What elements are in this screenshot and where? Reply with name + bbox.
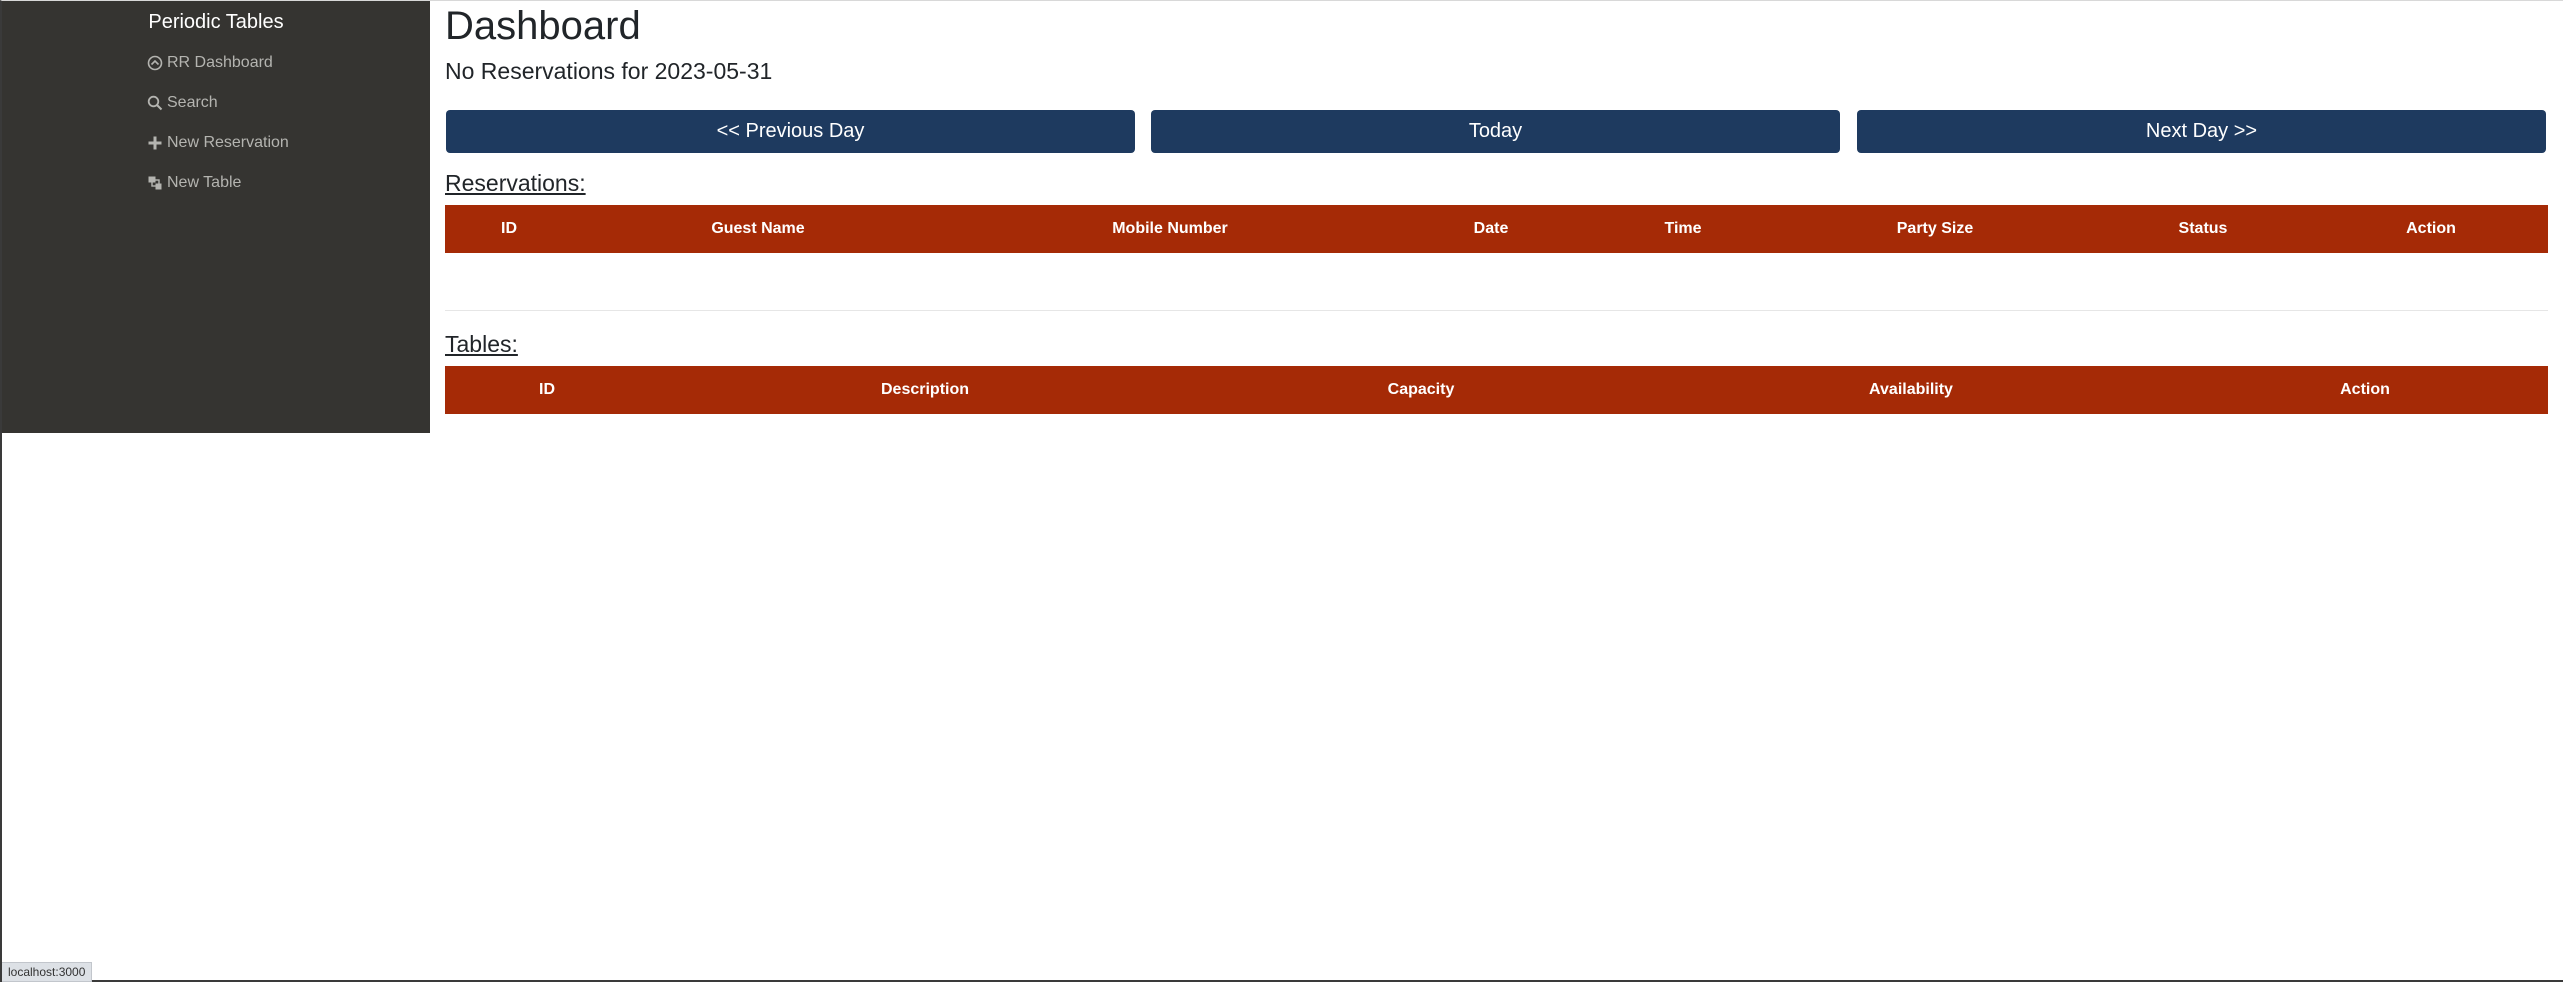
sidebar-item-label: New Table <box>167 174 242 191</box>
sidebar: Periodic Tables RR Dashboard Search New … <box>2 1 430 433</box>
search-icon <box>147 95 163 111</box>
layers-icon <box>148 176 162 190</box>
dashboard-icon <box>147 55 163 71</box>
previous-day-button[interactable]: << Previous Day <box>446 110 1135 153</box>
column-header-description: Description <box>880 381 970 398</box>
sidebar-item-new-reservation[interactable]: New Reservation <box>147 131 289 155</box>
column-header-status: Status <box>2178 220 2228 237</box>
sidebar-item-label: RR Dashboard <box>167 54 273 71</box>
column-header-availability: Availability <box>1869 381 1953 398</box>
reservations-heading: Reservations: <box>445 170 586 196</box>
sidebar-item-search[interactable]: Search <box>147 91 218 115</box>
column-header-id: ID <box>501 220 517 237</box>
column-header-date: Date <box>1473 220 1509 237</box>
reservations-table-header: ID Guest Name Mobile Number Date Time Pa… <box>445 205 2548 253</box>
column-header-mobile-number: Mobile Number <box>1112 220 1228 237</box>
sidebar-item-new-table[interactable]: New Table <box>147 171 241 195</box>
tables-table-header: ID Description Capacity Availability Act… <box>445 366 2548 414</box>
sidebar-item-label: Search <box>167 94 218 111</box>
column-header-capacity: Capacity <box>1387 381 1455 398</box>
reservation-date-heading: No Reservations for 2023-05-31 <box>445 58 773 84</box>
brand-title[interactable]: Periodic Tables <box>2 11 430 34</box>
tables-heading: Tables: <box>445 331 518 357</box>
column-header-party-size: Party Size <box>1896 220 1974 237</box>
page-title: Dashboard <box>445 4 641 48</box>
column-header-id: ID <box>539 381 555 398</box>
column-header-time: Time <box>1664 220 1702 237</box>
column-header-action: Action <box>2406 220 2456 237</box>
next-day-button[interactable]: Next Day >> <box>1857 110 2546 153</box>
sidebar-item-dashboard[interactable]: RR Dashboard <box>147 51 273 75</box>
plus-icon <box>148 136 162 150</box>
status-bar-url: localhost:3000 <box>2 962 93 982</box>
today-button[interactable]: Today <box>1151 110 1840 153</box>
section-divider <box>445 310 2548 311</box>
column-header-guest-name: Guest Name <box>711 220 805 237</box>
sidebar-item-label: New Reservation <box>167 134 289 151</box>
column-header-action: Action <box>2340 381 2390 398</box>
